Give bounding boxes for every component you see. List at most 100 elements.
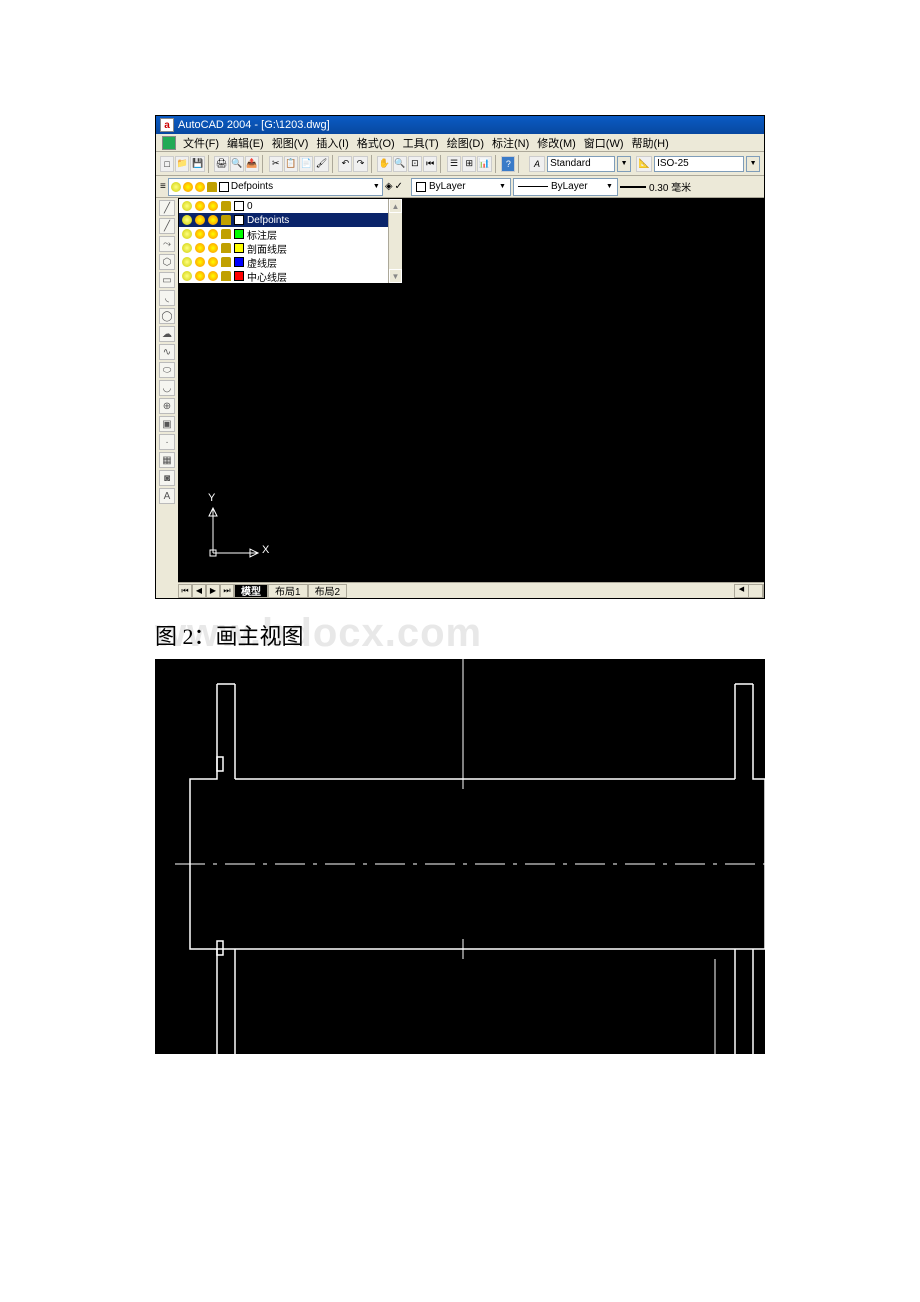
ellipsearc-tool[interactable]: ◡	[159, 380, 175, 396]
text-style-combo[interactable]: A ▼	[529, 156, 631, 172]
hscroll[interactable]: ◀	[734, 584, 764, 598]
save-button[interactable]: 💾	[190, 156, 204, 172]
region-tool[interactable]: ◙	[159, 470, 175, 486]
linetype-combo[interactable]: ByLayer ▼	[513, 178, 618, 196]
cut-button[interactable]: ✂	[269, 156, 283, 172]
scroll-down[interactable]: ▼	[389, 269, 402, 283]
sun-icon	[195, 229, 205, 239]
menu-insert[interactable]: 插入(I)	[316, 135, 348, 151]
lineweight-value: 0.30 毫米	[649, 179, 691, 194]
paste-button[interactable]: 📄	[299, 156, 313, 172]
dropdown-icon[interactable]: ▼	[373, 183, 380, 190]
menu-file[interactable]: 文件(F)	[183, 135, 219, 151]
layer-item-center[interactable]: 中心线层	[179, 269, 402, 283]
scroll-up[interactable]: ▲	[389, 199, 402, 213]
ellipse-tool[interactable]: ⬭	[159, 362, 175, 378]
hatch-tool[interactable]: ▦	[159, 452, 175, 468]
color-swatch	[234, 229, 244, 239]
circle-tool[interactable]: ◯	[159, 308, 175, 324]
layer-name: 标注层	[247, 227, 277, 242]
color-swatch	[234, 215, 244, 225]
scrollbar[interactable]: ▲ ▼	[388, 199, 402, 283]
insert-tool[interactable]: ⊕	[159, 398, 175, 414]
undo-button[interactable]: ↶	[338, 156, 352, 172]
help-button[interactable]: ?	[501, 156, 515, 172]
ucs-icon: Y X	[198, 498, 268, 568]
layer-item-section[interactable]: 剖面线层	[179, 241, 402, 255]
zoom-prev-button[interactable]: ⏮	[423, 156, 437, 172]
tp-button[interactable]: 📊	[477, 156, 491, 172]
dim-style-combo[interactable]: 📐 ▼	[636, 156, 760, 172]
tab-model[interactable]: 模型	[234, 584, 268, 598]
menu-edit[interactable]: 编辑(E)	[227, 135, 264, 151]
rect-tool[interactable]: ▭	[159, 272, 175, 288]
layer-manager-button[interactable]: ≡	[160, 181, 166, 192]
block-tool[interactable]: ▣	[159, 416, 175, 432]
layer-item-0[interactable]: 0	[179, 199, 402, 213]
arc-tool[interactable]: ◟	[159, 290, 175, 306]
lineweight-combo[interactable]: 0.30 毫米	[620, 179, 691, 194]
tab-last[interactable]: ⏭	[220, 584, 234, 598]
dropdown-icon[interactable]: ▼	[499, 183, 506, 190]
lock-icon	[221, 229, 231, 239]
dropdown-icon[interactable]: ▼	[746, 156, 760, 172]
sun2-icon	[208, 229, 218, 239]
menu-window[interactable]: 窗口(W)	[584, 135, 624, 151]
zoom-win-button[interactable]: ⊡	[408, 156, 422, 172]
redo-button[interactable]: ↷	[353, 156, 367, 172]
spline-tool[interactable]: ∿	[159, 344, 175, 360]
menu-format[interactable]: 格式(O)	[357, 135, 395, 151]
tab-next[interactable]: ▶	[206, 584, 220, 598]
print-button[interactable]: 🖨	[214, 156, 228, 172]
menu-tools[interactable]: 工具(T)	[403, 135, 439, 151]
revcloud-tool[interactable]: ☁	[159, 326, 175, 342]
layer-item-hidden[interactable]: 虚线层	[179, 255, 402, 269]
doc-icon	[162, 136, 176, 150]
pan-button[interactable]: ✋	[377, 156, 391, 172]
zoom-rt-button[interactable]: 🔍	[393, 156, 407, 172]
lock-icon	[221, 271, 231, 281]
copy-button[interactable]: 📋	[284, 156, 298, 172]
publish-button[interactable]: 📤	[245, 156, 259, 172]
point-tool[interactable]: ·	[159, 434, 175, 450]
separator	[262, 155, 266, 173]
matchprop-button[interactable]: 🖌	[314, 156, 328, 172]
props-button[interactable]: ☰	[447, 156, 461, 172]
xline-tool[interactable]: ╱	[159, 218, 175, 234]
drawing-canvas[interactable]: 0 Defpoints 标注层	[178, 198, 764, 598]
menu-help[interactable]: 帮助(H)	[632, 135, 669, 151]
bulb-icon	[182, 271, 192, 281]
dim-style-input[interactable]	[654, 156, 744, 172]
menu-draw[interactable]: 绘图(D)	[447, 135, 484, 151]
line-tool[interactable]: ╱	[159, 200, 175, 216]
autocad-window: a AutoCAD 2004 - [G:\1203.dwg] 文件(F) 编辑(…	[155, 115, 765, 599]
dropdown-icon[interactable]: ▼	[606, 183, 613, 190]
dc-button[interactable]: ⊞	[462, 156, 476, 172]
separator	[518, 155, 522, 173]
layer-item-defpoints[interactable]: Defpoints	[179, 213, 402, 227]
menu-view[interactable]: 视图(V)	[272, 135, 309, 151]
text-style-input[interactable]	[547, 156, 615, 172]
layer-combo[interactable]: Defpoints ▼	[168, 178, 383, 196]
preview-button[interactable]: 🔍	[230, 156, 244, 172]
front-view-drawing	[155, 659, 765, 1054]
text-tool[interactable]: A	[159, 488, 175, 504]
color-swatch	[234, 257, 244, 267]
tab-layout1[interactable]: 布局1	[268, 584, 308, 598]
layer-prev-button[interactable]: ◈	[385, 181, 393, 192]
tab-prev[interactable]: ◀	[192, 584, 206, 598]
pline-tool[interactable]: ⤳	[159, 236, 175, 252]
layer-dropdown-list[interactable]: 0 Defpoints 标注层	[178, 198, 403, 284]
layout-tabs: ⏮ ◀ ▶ ⏭ 模型 布局1 布局2 ◀	[178, 582, 764, 598]
dropdown-icon[interactable]: ▼	[617, 156, 631, 172]
polygon-tool[interactable]: ⬡	[159, 254, 175, 270]
tab-first[interactable]: ⏮	[178, 584, 192, 598]
menu-dim[interactable]: 标注(N)	[492, 135, 529, 151]
new-button[interactable]: □	[160, 156, 174, 172]
open-button[interactable]: 📁	[175, 156, 189, 172]
color-combo[interactable]: ByLayer ▼	[411, 178, 511, 196]
menu-modify[interactable]: 修改(M)	[537, 135, 576, 151]
tab-layout2[interactable]: 布局2	[308, 584, 348, 598]
layer-state-button[interactable]: ✓	[395, 181, 403, 192]
layer-item-dim[interactable]: 标注层	[179, 227, 402, 241]
